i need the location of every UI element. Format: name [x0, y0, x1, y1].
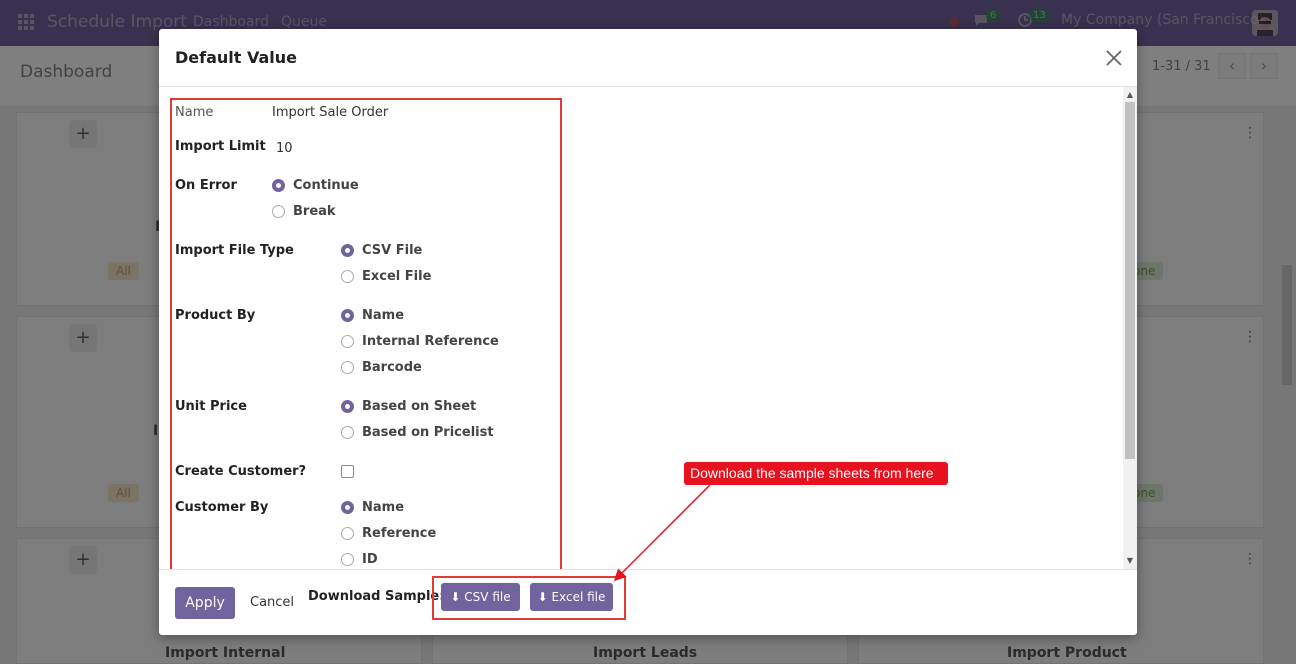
- scroll-up-icon[interactable]: ▲: [1126, 91, 1134, 99]
- dialog-title: Default Value: [175, 48, 298, 67]
- scroll-down-icon[interactable]: ▼: [1126, 557, 1134, 565]
- annotation-callout: Download the sample sheets from here: [684, 462, 948, 485]
- dialog-footer: Apply Cancel Download Sample: ⬇ CSV file…: [159, 569, 1137, 635]
- apply-button[interactable]: Apply: [175, 587, 235, 619]
- default-value-dialog: Default Value Name Import Sale Order Imp…: [159, 29, 1137, 635]
- dialog-scrollbar-thumb[interactable]: [1125, 102, 1135, 459]
- dialog-body: Name Import Sale Order Import Limit 10 O…: [159, 87, 1137, 569]
- dialog-header: Default Value: [159, 29, 1137, 87]
- download-sample-label: Download Sample:: [308, 589, 445, 604]
- fields-highlight-box: [170, 98, 562, 569]
- download-buttons-highlight-box: [432, 576, 626, 620]
- close-icon[interactable]: [1103, 47, 1125, 69]
- cancel-button[interactable]: Cancel: [250, 595, 294, 610]
